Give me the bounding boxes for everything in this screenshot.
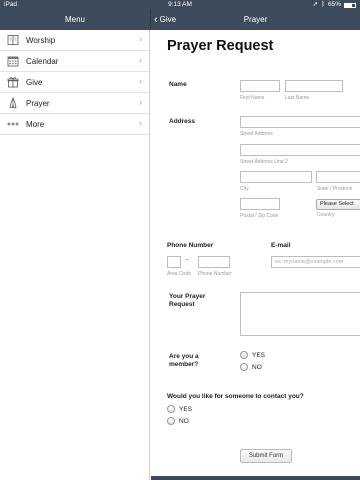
- bluetooth-icon: ᛒ: [321, 1, 325, 8]
- member-no-label: NO: [252, 364, 262, 371]
- contact-no-label: NO: [179, 418, 189, 425]
- country-sublabel: Country: [317, 212, 335, 218]
- sidebar-item-more[interactable]: More ›: [0, 114, 149, 135]
- bottom-bar: [151, 476, 360, 480]
- chevron-right-icon: ›: [139, 55, 142, 65]
- chevron-right-icon: ›: [139, 97, 142, 107]
- state-input[interactable]: [316, 171, 360, 183]
- member-yes-radio[interactable]: [240, 351, 248, 359]
- battery-percent: 65%: [327, 1, 341, 8]
- sidebar-item-label: More: [26, 119, 45, 129]
- chevron-right-icon: ›: [139, 118, 142, 128]
- battery-icon: [344, 2, 356, 8]
- first-name-input[interactable]: [240, 80, 280, 92]
- menu-title: Menu: [64, 15, 85, 24]
- page-title: Prayer Request: [167, 38, 274, 54]
- phone-label: Phone Number: [167, 242, 214, 249]
- email-input[interactable]: ex: myname@example.com: [271, 256, 360, 268]
- sidebar-item-label: Give: [26, 77, 43, 87]
- phone-number-input[interactable]: [198, 256, 230, 268]
- detail-nav: ‹ Give Prayer: [151, 10, 360, 30]
- street-address-line2-input[interactable]: [240, 144, 360, 156]
- sidebar-item-calendar[interactable]: Calendar ›: [0, 51, 149, 72]
- member-no-radio[interactable]: [240, 363, 248, 371]
- gift-icon: [6, 75, 20, 89]
- area-code-input[interactable]: [167, 256, 181, 268]
- street-address-sublabel: Street Address: [240, 131, 273, 137]
- sidebar-item-worship[interactable]: Worship ›: [0, 30, 149, 51]
- prayer-request-label-line2: Request: [169, 301, 195, 308]
- page-nav-title: Prayer: [243, 15, 268, 24]
- member-label-line2: member?: [169, 361, 199, 368]
- sidebar-item-label: Prayer: [26, 98, 50, 108]
- zip-input[interactable]: [240, 198, 280, 210]
- sidebar-item-give[interactable]: Give ›: [0, 72, 149, 93]
- book-icon: [6, 33, 20, 47]
- navigation-bar: Menu ‹ Give Prayer: [0, 10, 360, 30]
- chevron-right-icon: ›: [139, 76, 142, 86]
- last-name-input[interactable]: [285, 80, 343, 92]
- first-name-sublabel: First Name: [240, 95, 265, 101]
- phone-dash: -: [186, 257, 189, 264]
- country-select[interactable]: Please Select: [316, 199, 360, 210]
- area-code-sublabel: Area Code: [167, 271, 191, 277]
- contact-yes-radio[interactable]: [167, 405, 175, 413]
- contact-question: Would you like for someone to contact yo…: [167, 393, 304, 400]
- last-name-sublabel: Last Name: [285, 95, 310, 101]
- street-address-input[interactable]: [240, 116, 360, 128]
- ellipsis-icon: [6, 117, 20, 131]
- email-label: E-mail: [271, 242, 291, 249]
- prayer-request-textarea[interactable]: [240, 292, 360, 336]
- member-yes-label: YES: [252, 352, 266, 359]
- sidebar-menu: Worship › Calendar › Give › Prayer › Mor…: [0, 30, 150, 480]
- sidebar-item-label: Worship: [26, 35, 56, 45]
- status-right: ➚ ᛒ 65%: [313, 0, 356, 10]
- member-label-line1: Are you a: [169, 353, 199, 360]
- name-label: Name: [169, 81, 187, 88]
- location-icon: ➚: [312, 1, 319, 8]
- phone-number-sublabel: Phone Number: [198, 271, 232, 277]
- sidebar-item-prayer[interactable]: Prayer ›: [0, 93, 149, 114]
- status-bar: iPad 9:13 AM ➚ ᛒ 65%: [0, 0, 360, 10]
- prayer-form: Prayer Request Name First Name Last Name…: [151, 30, 360, 480]
- contact-yes-label: YES: [179, 406, 193, 413]
- status-time: 9:13 AM: [168, 1, 192, 8]
- city-sublabel: City: [240, 186, 249, 192]
- address-label: Address: [169, 118, 196, 125]
- state-sublabel: State / Province: [317, 186, 353, 192]
- street-address-line2-sublabel: Street Address Line 2: [240, 159, 288, 165]
- contact-no-radio[interactable]: [167, 417, 175, 425]
- prayer-request-label-line1: Your Prayer: [169, 293, 206, 300]
- sidebar-item-label: Calendar: [26, 56, 59, 66]
- praying-hands-icon: [6, 96, 20, 110]
- calendar-icon: [6, 54, 20, 68]
- submit-button[interactable]: Submit Form: [240, 449, 292, 463]
- city-input[interactable]: [240, 171, 312, 183]
- zip-sublabel: Postal / Zip Code: [240, 213, 279, 219]
- chevron-right-icon: ›: [139, 34, 142, 44]
